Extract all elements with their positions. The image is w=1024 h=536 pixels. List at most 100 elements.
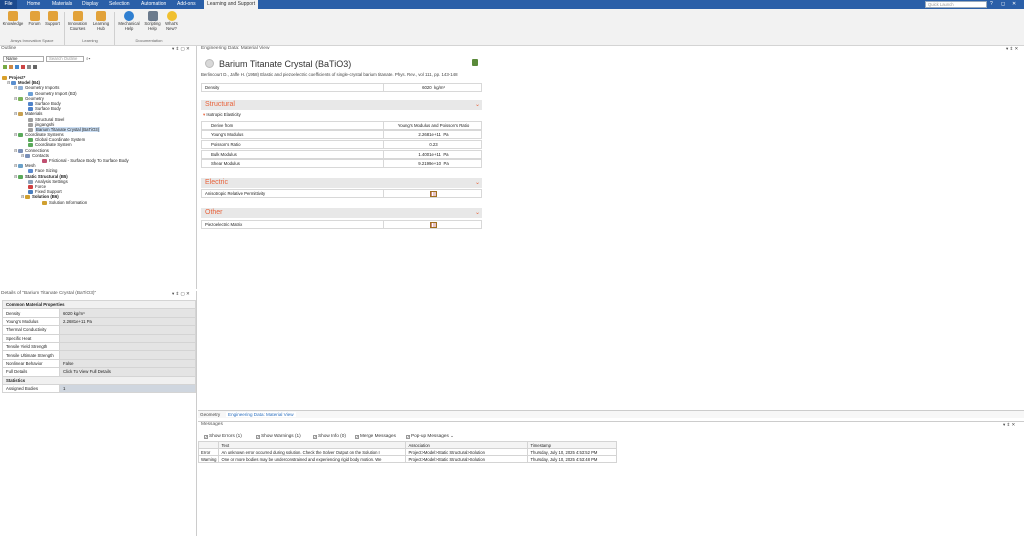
table-row[interactable]: Thermal Conductivity: [2, 325, 196, 335]
table-row[interactable]: Error An unknown error occurred during s…: [197, 448, 618, 456]
learning-hub-icon: [96, 11, 106, 21]
whats-new-button[interactable]: What's New?: [163, 11, 180, 31]
tab-display[interactable]: Display: [82, 0, 98, 9]
property-row[interactable]: Derive from Young's Modulus and Poisson's…: [201, 121, 482, 130]
file-menu[interactable]: File: [0, 0, 17, 9]
knowledge-icon: [8, 11, 18, 21]
show-errors-checkbox[interactable]: ✓Show Errors (1): [204, 433, 242, 439]
other-section[interactable]: Other ⌄: [201, 208, 482, 218]
checkbox-icon: ✓: [256, 435, 260, 439]
table-icon[interactable]: [430, 190, 437, 197]
table-row[interactable]: Tensile Ultimate Strength: [2, 350, 196, 360]
show-warnings-checkbox[interactable]: ✓Show Warnings (1): [256, 433, 301, 439]
knowledge-button[interactable]: Knowledge: [1, 11, 25, 27]
chevron-down-icon[interactable]: ⌄: [450, 433, 454, 438]
tab-automation[interactable]: Automation: [141, 0, 166, 9]
restore-icon[interactable]: ◻: [1001, 1, 1005, 7]
group-label-documentation: Documentation: [135, 38, 163, 43]
help-circle-icon: [124, 11, 134, 21]
learning-hub-button[interactable]: Learning Hub: [90, 11, 112, 31]
filter-icon[interactable]: [27, 65, 31, 69]
collapse-icon[interactable]: [9, 65, 13, 69]
isotropic-elasticity-row[interactable]: ▾ Isotropic Elasticity: [201, 111, 482, 120]
table-row[interactable]: Full Details Click To View Full Details: [2, 367, 196, 377]
property-row[interactable]: Piezoelectric Matrix: [201, 220, 482, 229]
chevron-down-icon[interactable]: ⌄: [475, 208, 480, 218]
tab-engineering-data[interactable]: Engineering Data: Material View: [226, 412, 296, 417]
group-label-learning: Learning: [82, 38, 98, 43]
close-icon[interactable]: ✕: [1012, 1, 1016, 7]
section-header[interactable]: Statistics: [2, 375, 196, 385]
delete-icon[interactable]: [21, 65, 25, 69]
full-details-link[interactable]: Click To View Full Details: [59, 367, 196, 377]
property-row[interactable]: Bulk Modulus 1.4001e+11 Pa: [201, 150, 482, 159]
details-table: Common Material Properties Density 6020 k…: [2, 299, 196, 394]
table-row[interactable]: Specific Heat: [2, 333, 196, 343]
ribbon-separator: [64, 12, 65, 45]
panel-controls[interactable]: ▾ ⇕ ✕: [1006, 46, 1018, 52]
panel-controls[interactable]: ▾ ⇕ ▢ ✕: [172, 46, 190, 52]
show-info-checkbox[interactable]: ✓Show Info (0): [313, 433, 346, 439]
quick-launch-input[interactable]: Quick Launch: [925, 1, 987, 8]
lightbulb-icon: [166, 11, 177, 21]
help-icon[interactable]: ?: [990, 1, 993, 7]
support-button[interactable]: Support: [43, 11, 62, 27]
property-row[interactable]: Poisson's Ratio 0.23: [201, 140, 482, 149]
tab-selection[interactable]: Selection: [109, 0, 130, 9]
checkbox-icon: ✓: [355, 435, 359, 439]
outline-toolbar[interactable]: [3, 65, 63, 71]
section-header[interactable]: Common Material Properties: [2, 299, 196, 310]
scripting-icon: [147, 11, 158, 21]
panel-controls[interactable]: ▾ ⇕ ▢ ✕: [172, 291, 190, 297]
mechanical-help-button[interactable]: Mechanical Help: [116, 11, 142, 31]
tab-geometry[interactable]: Geometry: [200, 412, 220, 417]
text-icon[interactable]: [33, 65, 37, 69]
table-row[interactable]: Assigned Bodies 1: [2, 383, 196, 394]
table-row[interactable]: Young's Modulus 2.2681e+11 Pa: [2, 316, 196, 327]
tab-add-ons[interactable]: Add-ons: [177, 0, 196, 9]
property-row[interactable]: Anisotropic Relative Permittivity: [201, 189, 482, 198]
table-row[interactable]: Tensile Yield Strength: [2, 341, 196, 352]
expand-icon[interactable]: [3, 65, 7, 69]
density-row[interactable]: Density 6020 kg/m³: [201, 83, 482, 92]
chevron-down-icon[interactable]: ⌄: [475, 178, 480, 188]
table-row[interactable]: Nonlinear Behavior False: [2, 358, 196, 369]
forum-button[interactable]: Forum: [26, 11, 43, 27]
solution-information-icon: [42, 200, 47, 205]
innovation-courses-button[interactable]: Innovation Courses: [66, 11, 89, 31]
scripting-help-button[interactable]: Scripting Help: [142, 11, 163, 31]
checkbox-icon: ✓: [313, 435, 317, 439]
search-options-icon[interactable]: ⌕▾: [86, 56, 90, 61]
expand-arrow-icon[interactable]: ▾: [203, 112, 205, 117]
view-tabs: Geometry Engineering Data: Material View: [198, 410, 1024, 418]
property-row[interactable]: Shear Modulus 9.2199e+10 Pa: [201, 159, 482, 168]
table-icon[interactable]: [430, 221, 437, 228]
panel-controls[interactable]: ▾ ⇕ ✕: [1003, 422, 1015, 428]
outline-search-input[interactable]: Search Outline: [46, 56, 84, 62]
group-label-innovation-space: Ansys Innovation Space: [10, 38, 54, 43]
tab-learning-and-support[interactable]: Learning and Support: [204, 0, 259, 9]
ribbon-separator: [114, 12, 115, 45]
popup-messages-checkbox[interactable]: ✓Pop-up Messages ⌄: [406, 433, 454, 439]
checkbox-icon: ✓: [406, 435, 410, 439]
tree-item[interactable]: Solution Information: [2, 200, 129, 205]
tab-home[interactable]: Home: [27, 0, 40, 9]
filter-select[interactable]: Name: [3, 56, 44, 62]
chevron-down-icon[interactable]: ⌄: [475, 100, 480, 110]
sort-icon[interactable]: [15, 65, 19, 69]
property-row[interactable]: Young's Modulus 2.2681e+11 Pa: [201, 130, 482, 139]
material-sphere-icon: [205, 59, 214, 68]
table-row[interactable]: Warning One or more bodies may be underc…: [197, 455, 618, 463]
export-icon[interactable]: [472, 59, 478, 66]
merge-messages-checkbox[interactable]: ✓Merge Messages: [355, 433, 396, 439]
density-value[interactable]: 6020 kg/m³: [383, 84, 483, 91]
ribbon: Knowledge Forum Support Innovation Cours…: [0, 9, 1024, 46]
tab-materials[interactable]: Materials: [52, 0, 72, 9]
messages-title: Messages: [201, 422, 223, 427]
electric-section[interactable]: Electric ⌄: [201, 178, 482, 188]
material-name: Barium Titanate Crystal (BaTiO3): [219, 59, 352, 69]
details-title: Details of "Barium Titanate Crystal (BaT…: [1, 291, 97, 296]
messages-table: Text Association Timestamp Error An unkn…: [197, 441, 618, 463]
structural-section[interactable]: Structural ⌄: [201, 100, 482, 110]
table-row[interactable]: Density 6020 kg/m³: [2, 308, 196, 318]
